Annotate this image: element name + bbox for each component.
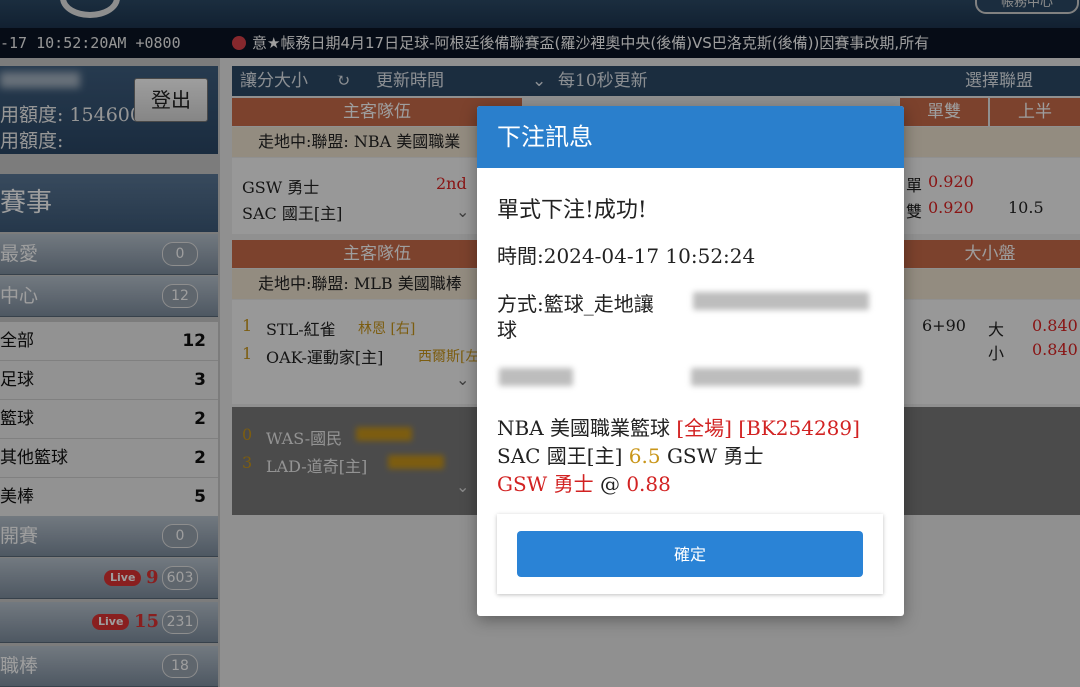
- league-name: NBA 美國職業籃球: [497, 416, 670, 440]
- bet-matchup-line: SAC 國王[主] 6.5 GSW 勇士: [497, 440, 764, 469]
- home-team: SAC 國王[主]: [497, 444, 623, 468]
- bet-method: 方式:籃球_走地讓: [497, 292, 654, 316]
- handicap-line: 6.5: [628, 444, 661, 468]
- bet-result: 單式下注!成功!: [497, 198, 647, 223]
- confirm-button[interactable]: 確定: [517, 531, 863, 577]
- bet-time: 時間:2024-04-17 10:52:24: [497, 244, 756, 268]
- dialog-footer: 確定: [497, 514, 883, 594]
- redacted-text: [499, 368, 573, 386]
- away-team: GSW 勇士: [666, 444, 764, 468]
- at-symbol: @: [599, 472, 620, 496]
- bet-league-line: NBA 美國職業籃球 [全場] [BK254289]: [497, 412, 860, 441]
- ticket-id: [BK254289]: [738, 416, 860, 440]
- dialog-header: 下注訊息: [477, 106, 904, 168]
- redacted-text: [693, 292, 869, 310]
- bet-info-dialog: 下注訊息 單式下注!成功! 時間:2024-04-17 10:52:24 方式:…: [477, 106, 904, 616]
- bet-pick-line: GSW 勇士 @ 0.88: [497, 468, 671, 497]
- redacted-text: [691, 368, 861, 386]
- picked-team: GSW 勇士: [497, 472, 594, 496]
- bet-price: 0.88: [626, 472, 671, 496]
- bet-method-wrap: 球: [497, 318, 517, 342]
- period-tag: [全場]: [676, 416, 732, 440]
- dialog-title: 下注訊息: [497, 123, 593, 151]
